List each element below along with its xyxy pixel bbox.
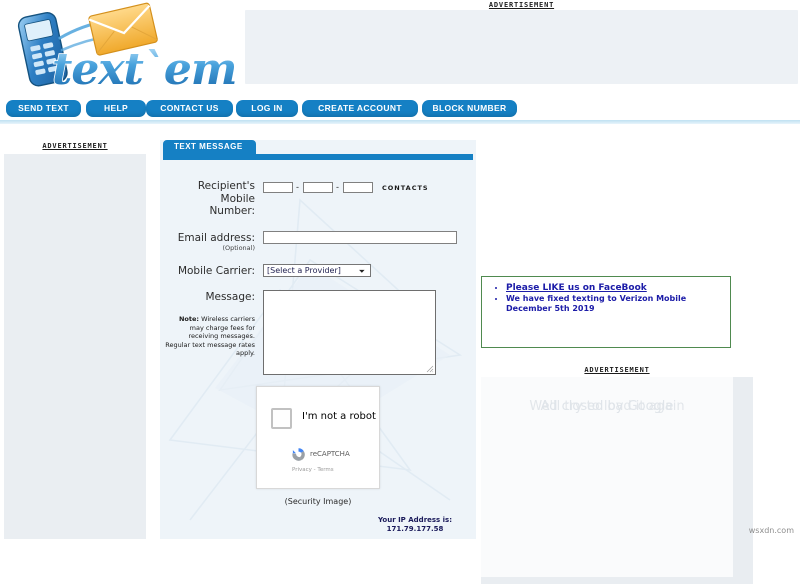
site-header: text`em ADVERTISEMENT — [0, 0, 800, 98]
top-advertisement: ADVERTISEMENT — [243, 0, 800, 94]
recipient-label-line-3: Number: — [209, 205, 255, 217]
announcement-item-facebook[interactable]: Please LIKE us on FaceBook — [506, 283, 730, 293]
form-tabs: TEXT MESSAGE — [160, 140, 476, 160]
recaptcha-brand: reCAPTCHA — [310, 450, 350, 458]
nav-item-create-account[interactable]: CREATE ACCOUNT — [302, 100, 418, 117]
recaptcha-widget[interactable]: I'm not a robot reCAPTCHA Privacy - Term… — [256, 386, 380, 489]
right-ad-label: ADVERTISEMENT — [584, 366, 650, 374]
recaptcha-privacy-terms[interactable]: Privacy - Terms — [292, 467, 334, 473]
left-ad-slot[interactable] — [4, 154, 146, 539]
right-advertisement: ADVERTISEMENT We'll try to load it again… — [481, 366, 753, 584]
left-ad-label: ADVERTISEMENT — [42, 142, 108, 150]
ip-address-block: Your IP Address is: 171.79.177.58 — [365, 516, 465, 534]
mobile-carrier-label: Mobile Carrier: — [177, 265, 255, 277]
left-advertisement: ADVERTISEMENT — [4, 142, 146, 539]
ip-address-label: Your IP Address is: — [377, 516, 453, 524]
main-navigation: SEND TEXT HELP CONTACT US LOG IN CREATE … — [0, 98, 800, 120]
carrier-fee-note: Note: Wireless carriers may charge fees … — [165, 315, 255, 358]
right-ad-outer: We'll try to load it again Ad closed by … — [481, 377, 753, 584]
page-root: text`em ADVERTISEMENT SEND TEXT HELP CON… — [0, 0, 800, 584]
note-prefix: Note: — [178, 315, 200, 323]
site-logo[interactable]: text`em — [6, 2, 238, 96]
source-watermark: wsxdn.com — [748, 526, 794, 535]
recipient-label-line-2: Mobile — [220, 192, 255, 205]
message-textarea[interactable] — [263, 290, 436, 375]
carrier-selected-value: [Select a Provider] — [267, 266, 341, 275]
logo-graphic: text`em — [17, 2, 238, 96]
top-ad-label: ADVERTISEMENT — [488, 1, 555, 9]
recipient-number-label: Recipient's Mobile Number: — [175, 180, 255, 218]
email-input[interactable] — [263, 231, 457, 244]
tab-bar — [163, 154, 473, 160]
security-image-caption: (Security Image) — [284, 497, 352, 506]
phone-separator-1: - — [296, 182, 299, 192]
recipient-label-line-1: Recipient's — [197, 180, 255, 192]
phone-line-input[interactable] — [343, 182, 373, 193]
tab-text-message[interactable]: TEXT MESSAGE — [163, 140, 256, 154]
phone-prefix-input[interactable] — [303, 182, 333, 193]
nav-item-contact-us[interactable]: CONTACT US — [146, 100, 233, 117]
message-label: Message: — [205, 291, 255, 303]
announcement-item-verizon: We have fixed texting to Verizon Mobile … — [506, 294, 730, 314]
nav-item-log-in[interactable]: LOG IN — [236, 100, 298, 117]
recaptcha-label: I'm not a robot — [302, 411, 376, 422]
nav-item-block-number[interactable]: BLOCK NUMBER — [422, 100, 517, 117]
phone-separator-2: - — [336, 182, 339, 192]
recaptcha-logo-icon — [292, 448, 305, 461]
email-address-label: Email address: — [177, 232, 255, 244]
nav-item-help[interactable]: HELP — [86, 100, 146, 117]
phone-area-code-input[interactable] — [263, 182, 293, 193]
svg-text:text`em: text`em — [52, 44, 236, 95]
announcements-box: Please LIKE us on FaceBook We have fixed… — [481, 276, 731, 348]
email-optional-label: (Optional) — [222, 244, 255, 252]
top-ad-slot[interactable] — [245, 10, 798, 84]
ip-address-value: 171.79.177.58 — [386, 525, 444, 533]
contacts-link[interactable]: CONTACTS — [382, 184, 429, 192]
chevron-down-icon: ⏷ — [358, 267, 365, 276]
ad-closed-text: Ad closed by Google — [540, 399, 674, 414]
resize-handle-icon[interactable] — [426, 365, 434, 373]
recaptcha-checkbox[interactable] — [271, 408, 292, 429]
announcement-list: Please LIKE us on FaceBook We have fixed… — [482, 277, 730, 314]
right-ad-slot[interactable]: We'll try to load it again Ad closed by … — [481, 377, 733, 577]
nav-item-send-text[interactable]: SEND TEXT — [6, 100, 81, 117]
carrier-select[interactable]: [Select a Provider] ⏷ — [263, 264, 371, 277]
facebook-like-link[interactable]: Please LIKE us on FaceBook — [506, 283, 647, 293]
